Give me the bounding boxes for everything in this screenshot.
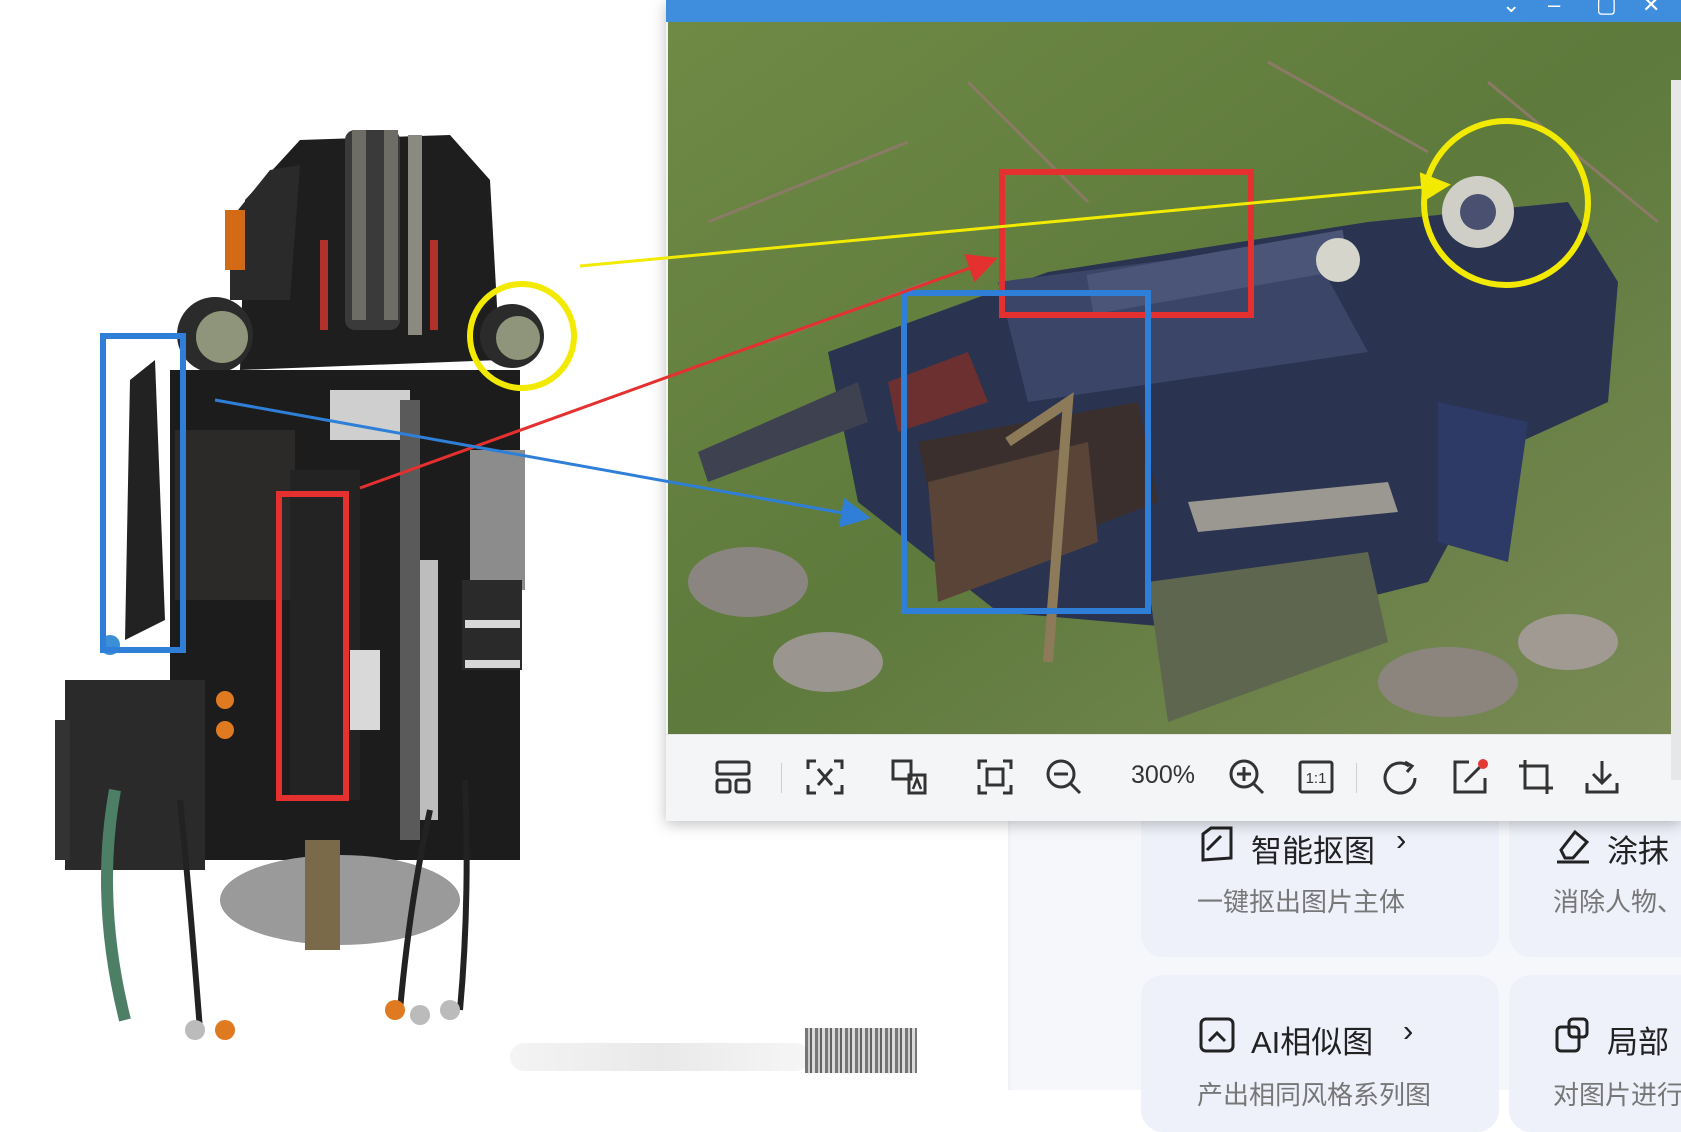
- tool-title-cutout: 智能抠图: [1251, 834, 1375, 869]
- maximize-icon[interactable]: ▢: [1596, 0, 1617, 16]
- tool-card-erase[interactable]: 涂抹 消除人物、: [1509, 800, 1681, 957]
- eraser-icon: [1557, 829, 1590, 864]
- tool-card-cutout[interactable]: 智能抠图 › 一键抠出图片主体: [1141, 800, 1499, 957]
- edit-icon[interactable]: [1448, 755, 1492, 799]
- tool-subtitle-ai-similar: 产出相同风格系列图: [1197, 1080, 1432, 1110]
- download-icon[interactable]: [1580, 755, 1624, 799]
- cutout-icon: [1201, 826, 1233, 862]
- barcode-watermark: [805, 1028, 917, 1073]
- viewer-toolbar: 300% 1:1: [666, 734, 1681, 821]
- image-viewer-window: ⌄ – ▢ ✕ 300% 1:1: [666, 0, 1681, 821]
- actual-size-label: 1:1: [1306, 770, 1327, 787]
- zoom-level: 300%: [1131, 761, 1195, 789]
- tool-card-local[interactable]: 局部 对图片进行: [1509, 975, 1681, 1132]
- local-edit-icon: [1555, 1017, 1589, 1053]
- fit-screen-icon[interactable]: [973, 755, 1017, 799]
- tool-card-ai-similar[interactable]: AI相似图 › 产出相同风格系列图: [1141, 975, 1499, 1132]
- chevron-right-icon: ›: [1396, 822, 1407, 857]
- zoom-out-icon[interactable]: [1042, 755, 1086, 799]
- chevron-right-icon: ›: [1403, 1013, 1414, 1048]
- tool-subtitle-cutout: 一键抠出图片主体: [1197, 887, 1406, 917]
- tool-subtitle-erase: 消除人物、: [1553, 887, 1681, 917]
- translate-icon[interactable]: [888, 755, 932, 799]
- minimize-icon[interactable]: –: [1548, 0, 1560, 16]
- crop-icon[interactable]: [1514, 755, 1558, 799]
- tool-subtitle-local: 对图片进行: [1553, 1080, 1681, 1110]
- actual-size-icon[interactable]: 1:1: [1294, 755, 1338, 799]
- toolbar-separator: [781, 763, 782, 793]
- layout-icon[interactable]: [711, 755, 755, 799]
- ai-similar-icon: [1199, 1017, 1235, 1053]
- zoom-in-icon[interactable]: [1225, 755, 1269, 799]
- chevron-down-icon[interactable]: ⌄: [1502, 0, 1520, 16]
- scrollbar[interactable]: [1671, 80, 1681, 780]
- wreckage-photo: [668, 22, 1681, 734]
- rotate-icon[interactable]: [1379, 755, 1423, 799]
- toolbar-separator: [1356, 763, 1357, 793]
- close-icon[interactable]: ✕: [1642, 0, 1660, 16]
- ocr-icon[interactable]: [803, 755, 847, 799]
- tool-title-erase: 涂抹: [1607, 834, 1669, 869]
- viewer-titlebar[interactable]: ⌄ – ▢ ✕: [666, 0, 1681, 22]
- tool-title-ai-similar: AI相似图: [1251, 1025, 1374, 1060]
- blurred-element: [510, 1043, 810, 1071]
- tool-title-local: 局部: [1607, 1025, 1669, 1060]
